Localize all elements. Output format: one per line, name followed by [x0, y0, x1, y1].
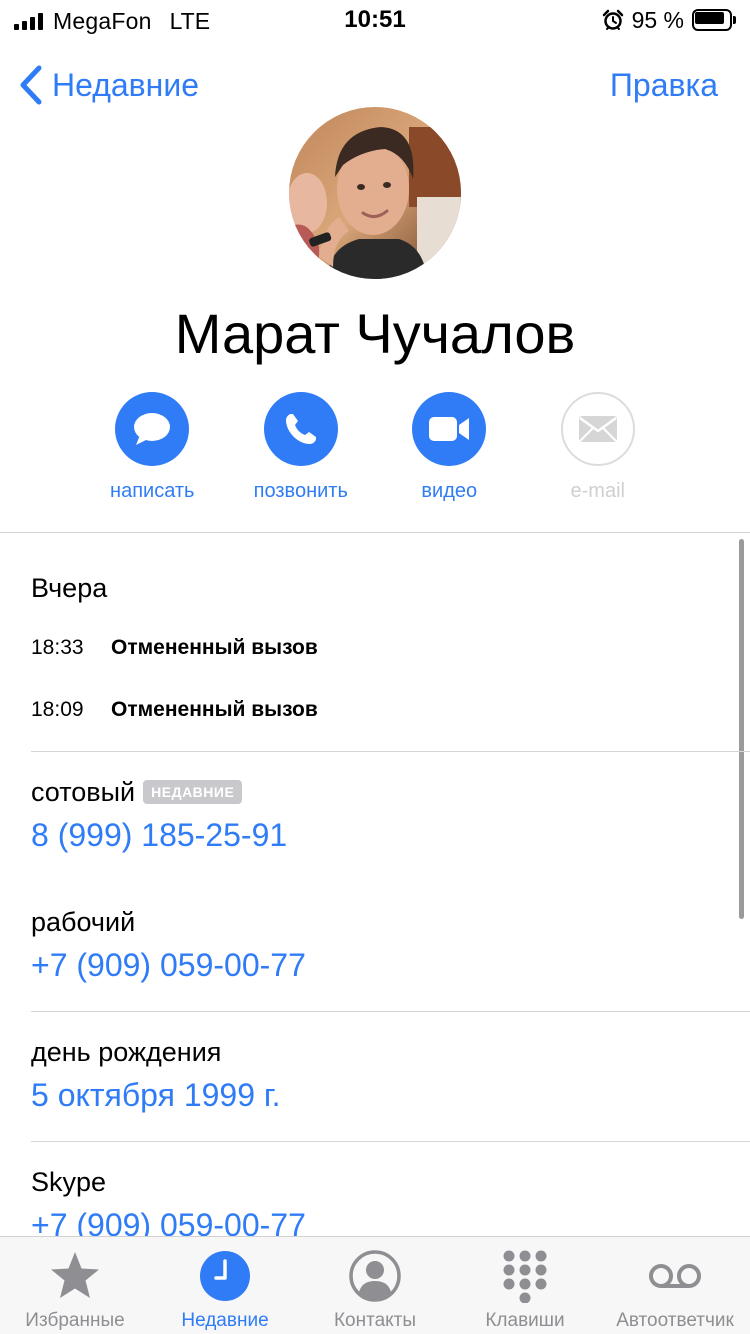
call-action-label: позвонить — [253, 480, 348, 502]
recent-calls-day: Вчера — [31, 573, 108, 603]
section-divider — [31, 1141, 750, 1142]
work-phone-number[interactable]: +7 (909) 059-00-77 — [31, 947, 306, 984]
tab-favorites[interactable]: Избранные — [0, 1237, 150, 1334]
mobile-phone-field: сотовый НЕДАВНИЕ 8 (999) 185-25-91 — [31, 775, 287, 854]
message-icon — [134, 413, 171, 445]
tab-label: Клавиши — [485, 1310, 565, 1331]
person-icon — [349, 1250, 401, 1302]
tab-label: Недавние — [181, 1310, 269, 1331]
video-icon — [429, 417, 470, 441]
work-phone-field: рабочий +7 (909) 059-00-77 — [31, 905, 306, 984]
skype-label: Skype — [31, 1166, 107, 1197]
star-icon — [51, 1252, 99, 1298]
skype-field: Skype +7 (909) 059-00-77 — [31, 1165, 306, 1237]
recent-call-status: Отмененный вызов — [111, 698, 318, 721]
birthday-value[interactable]: 5 октября 1999 г. — [31, 1077, 281, 1114]
video-action-label: видео — [421, 480, 478, 502]
recent-call-row: 18:09 Отмененный вызов — [31, 698, 318, 722]
mail-icon — [578, 416, 617, 442]
email-action-button[interactable]: e-mail — [524, 392, 673, 512]
message-action-button[interactable]: написать — [78, 392, 227, 512]
recent-badge: НЕДАВНИЕ — [143, 780, 243, 804]
status-bar: MegaFon LTE 10:51 95 % — [0, 0, 750, 40]
back-button[interactable]: Недавние — [18, 60, 199, 110]
email-action-label: e-mail — [570, 480, 625, 502]
scrollbar[interactable] — [739, 539, 744, 919]
birthday-field: день рождения 5 октября 1999 г. — [31, 1035, 281, 1114]
tab-bar: Избранные Недавние Контакты Клавиши Авто… — [0, 1236, 750, 1334]
recent-call-time: 18:33 — [31, 636, 84, 659]
mobile-label: сотовый — [31, 776, 136, 807]
mobile-phone-number[interactable]: 8 (999) 185-25-91 — [31, 817, 287, 854]
contact-name: Марат Чучалов — [174, 302, 576, 365]
recent-call-time: 18:09 — [31, 698, 84, 721]
message-action-circle — [115, 392, 190, 466]
section-divider — [31, 751, 750, 752]
section-divider — [31, 1011, 750, 1012]
tab-recents[interactable]: Недавние — [150, 1237, 300, 1334]
recent-call-row: 18:33 Отмененный вызов — [31, 636, 318, 660]
alarm-icon — [602, 9, 623, 30]
tab-label: Избранные — [25, 1310, 125, 1331]
skype-value[interactable]: +7 (909) 059-00-77 — [31, 1207, 306, 1236]
chevron-left-icon — [20, 65, 42, 105]
status-right: 95 % — [602, 7, 736, 33]
tab-keypad[interactable]: Клавиши — [450, 1237, 600, 1334]
phone-icon — [285, 414, 316, 444]
tab-voicemail[interactable]: Автоответчик — [600, 1237, 750, 1334]
avatar-photo — [289, 107, 461, 279]
tab-label: Автоответчик — [616, 1310, 734, 1331]
edit-button[interactable]: Правка — [610, 60, 718, 110]
keypad-icon — [503, 1250, 547, 1303]
voicemail-icon — [649, 1264, 701, 1288]
recent-call-status: Отмененный вызов — [111, 636, 318, 659]
field-label: сотовый НЕДАВНИЕ — [31, 775, 287, 809]
work-label: рабочий — [31, 906, 136, 937]
battery-percent: 95 % — [631, 6, 684, 33]
contact-actions: написать позвонить видео e-mail — [78, 392, 672, 512]
tab-label: Контакты — [333, 1310, 417, 1331]
birthday-label: день рождения — [31, 1036, 222, 1067]
video-action-button[interactable]: видео — [375, 392, 524, 512]
video-action-circle — [412, 392, 487, 466]
battery-icon — [692, 9, 736, 31]
message-action-label: написать — [110, 480, 195, 502]
call-action-button[interactable]: позвонить — [227, 392, 376, 512]
email-action-circle — [560, 392, 635, 466]
contact-details[interactable]: Вчера 18:33 Отмененный вызов 18:09 Отменен… — [0, 533, 750, 1236]
recent-calls-section: Вчера 18:33 Отмененный вызов 18:09 Отменен… — [31, 573, 318, 721]
back-button-label: Недавние — [52, 66, 200, 103]
clock-icon — [200, 1251, 250, 1301]
avatar — [289, 107, 461, 279]
navigation-bar: Недавние Правка — [0, 60, 750, 110]
call-action-circle — [263, 392, 338, 466]
tab-contacts[interactable]: Контакты — [300, 1237, 450, 1334]
